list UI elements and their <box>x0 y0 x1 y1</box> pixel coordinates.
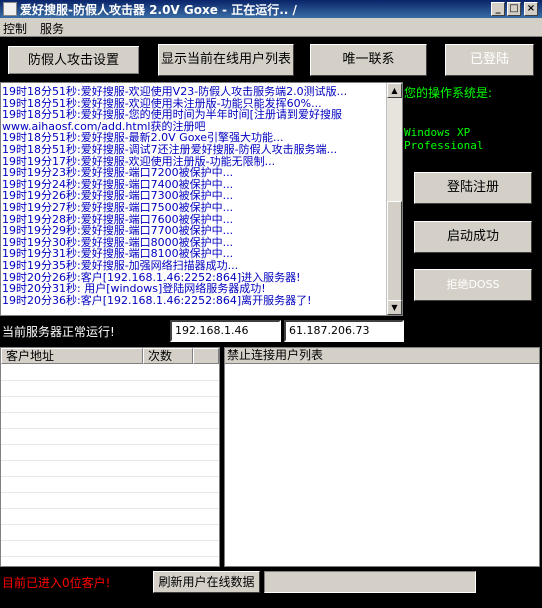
log-line: 19时18分51秒:爱好搜服-调试7还注册爱好搜服-防假人攻击服务端... <box>2 142 338 156</box>
col-spacer <box>193 348 219 364</box>
blocked-users-list[interactable]: 禁止连接用户列表 <box>224 347 540 567</box>
log-line: 19时19分29秒:爱好搜服-端口7700被保护中... <box>2 224 234 238</box>
log-line: 19时19分23秒:爱好搜服-端口7200被保护中... <box>2 166 234 180</box>
menu-control[interactable]: 控制 <box>3 20 27 37</box>
login-register-button[interactable]: 登陆注册 <box>414 172 532 204</box>
grid-line <box>1 380 219 381</box>
log-line: 19时19分35秒:爱好搜服-加强网络扫描器成功... <box>2 258 239 272</box>
reject-doss-button[interactable]: 拒绝DOSS <box>414 269 532 301</box>
close-icon[interactable]: × <box>524 2 538 16</box>
menu-service[interactable]: 服务 <box>40 20 64 37</box>
start-success-button[interactable]: 启动成功 <box>414 221 532 253</box>
os-label: 您的操作系统是: <box>404 86 493 100</box>
log-line: 19时20分31秒: 用户[windows]登陆网络服务器成功! <box>2 282 266 296</box>
scroll-up-icon[interactable]: ▲ <box>387 83 402 98</box>
client-count-status: 目前已进入0位客户! <box>2 576 111 590</box>
log-box[interactable]: 19时18分51秒:爱好搜服-欢迎使用V23-防假人攻击服务端2.0测试版...… <box>0 82 403 316</box>
minimize-icon[interactable]: _ <box>491 2 505 16</box>
grid-line <box>1 412 219 413</box>
window-title: 爱好搜服-防假人攻击器 2.0V Goxe - 正在运行.. / <box>20 3 297 17</box>
title-bar[interactable]: 爱好搜服-防假人攻击器 2.0V Goxe - 正在运行.. / _ □ × <box>0 0 542 18</box>
grid-line <box>1 508 219 509</box>
log-line: 19时20分36秒:客户[192.168.1.46:2252:864]离开服务器… <box>2 293 312 307</box>
show-online-users-button[interactable]: 显示当前在线用户列表 <box>158 44 294 76</box>
server-status-label: 当前服务器正常运行! <box>2 325 115 339</box>
app-icon <box>3 2 17 16</box>
menu-bar: 控制 服务 <box>0 18 542 37</box>
grid-line <box>1 524 219 525</box>
remote-ip-field[interactable]: 61.187.206.73 <box>284 320 404 342</box>
blocked-users-header: 禁止连接用户列表 <box>225 348 539 364</box>
col-count[interactable]: 次数 <box>143 348 193 364</box>
client-table[interactable]: 客户地址 次数 <box>0 347 220 567</box>
logged-in-button[interactable]: 已登陆 <box>445 44 534 76</box>
log-lines: 19时18分51秒:爱好搜服-欢迎使用V23-防假人攻击服务端2.0测试版...… <box>2 86 388 306</box>
contact-button[interactable]: 唯一联系 <box>310 44 427 76</box>
log-scrollbar[interactable]: ▲ ▼ <box>386 83 402 315</box>
grid-line <box>1 460 219 461</box>
grid-line <box>1 540 219 541</box>
grid-line <box>1 556 219 557</box>
anti-fake-settings-button[interactable]: 防假人攻击设置 <box>6 44 141 76</box>
grid-line <box>1 476 219 477</box>
scroll-down-icon[interactable]: ▼ <box>387 300 402 315</box>
log-line: 19时19分27秒:爱好搜服-端口7500被保护中... <box>2 200 234 214</box>
refresh-online-data-button[interactable]: 刷新用户在线数据 <box>153 571 260 593</box>
os-value: Windows XP Professional <box>404 126 484 152</box>
grid-line <box>1 428 219 429</box>
local-ip-field[interactable]: 192.168.1.46 <box>170 320 281 342</box>
status-bar-panel <box>264 571 476 593</box>
scroll-thumb[interactable] <box>387 201 402 311</box>
log-line: 19时18分51秒:爱好搜服-欢迎使用V23-防假人攻击服务端2.0测试版... <box>2 86 348 98</box>
col-client-address[interactable]: 客户地址 <box>1 348 143 364</box>
grid-line <box>1 396 219 397</box>
grid-line <box>1 492 219 493</box>
grid-line <box>1 444 219 445</box>
maximize-icon[interactable]: □ <box>507 2 521 16</box>
